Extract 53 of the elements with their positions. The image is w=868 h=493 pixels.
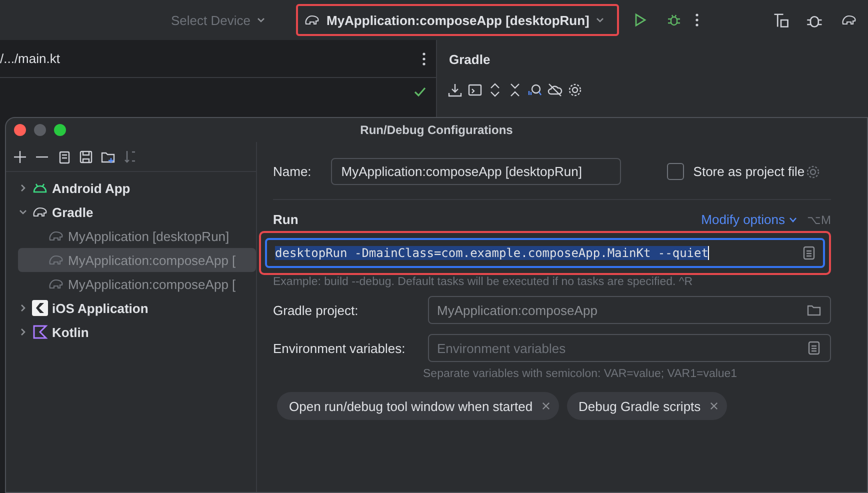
checkbox-label: Store as project file: [693, 164, 805, 179]
modify-options-link[interactable]: Modify options: [701, 212, 785, 227]
field-label: Gradle project:: [273, 302, 360, 318]
hint-text: Separate variables with semicolon: VAR=value; VAR1=value1: [423, 368, 738, 380]
tree-item[interactable]: iOS Application: [18, 296, 256, 320]
kotlin-icon: [32, 324, 48, 340]
download-icon[interactable]: [447, 82, 463, 98]
name-field[interactable]: MyApplication:composeApp [desktopRun]: [331, 158, 622, 185]
bug-icon: [666, 12, 682, 28]
terminal-icon[interactable]: [467, 82, 483, 98]
save-icon[interactable]: [78, 148, 94, 164]
chevron-down-icon[interactable]: [256, 15, 266, 25]
hint-text: Example: build --debug. Default tasks will be executed if no tasks are specified. ^R: [273, 276, 694, 288]
expand-field-icon[interactable]: [801, 245, 817, 261]
chevron-right-icon[interactable]: [18, 303, 28, 313]
option-chip[interactable]: Open run/debug tool window when started: [277, 392, 559, 420]
checkbox[interactable]: [667, 163, 684, 180]
gradle-project-field[interactable]: MyApplication:composeApp: [428, 296, 831, 324]
tree-item[interactable]: Gradle: [18, 200, 256, 224]
close-icon[interactable]: [708, 401, 719, 411]
chevron-right-icon[interactable]: [18, 327, 28, 337]
dialog-title: Run/Debug Configurations: [360, 123, 513, 137]
android-icon: [32, 182, 48, 194]
panel-title: Gradle: [448, 50, 492, 68]
add-icon[interactable]: [12, 148, 28, 164]
chevron-right-icon[interactable]: [18, 183, 28, 193]
tree-item[interactable]: MyApplication [desktopRun]: [18, 224, 256, 248]
analyze-icon[interactable]: [527, 82, 543, 98]
sort-icon[interactable]: [122, 148, 138, 164]
close-icon[interactable]: [540, 401, 551, 411]
tree-item[interactable]: Android App: [18, 176, 256, 200]
close-button[interactable]: [14, 124, 26, 136]
file-path: /.../main.kt: [0, 51, 60, 66]
chevron-down-icon[interactable]: [595, 15, 606, 25]
gear-icon: [804, 164, 821, 180]
expand-field-icon: [806, 340, 822, 356]
settings-icon[interactable]: [567, 82, 583, 98]
run-configuration-selector[interactable]: MyApplication:composeApp [desktopRun]: [296, 4, 620, 36]
tree-item[interactable]: Kotlin: [18, 320, 256, 344]
run-field[interactable]: desktopRun -DmainClass=com.example.composeApp.MainKt --quiet: [265, 238, 825, 268]
tree-item[interactable]: MyApplication:composeApp [: [18, 272, 256, 296]
option-chip[interactable]: Debug Gradle scripts: [566, 392, 727, 420]
field-label: Name:: [273, 164, 312, 179]
more-icon[interactable]: [422, 52, 426, 66]
offline-cloud-icon[interactable]: [547, 82, 563, 98]
chevron-down-icon[interactable]: [789, 216, 797, 222]
zoom-button[interactable]: [54, 124, 66, 136]
more-icon[interactable]: [695, 13, 700, 27]
chevron-down-icon[interactable]: [18, 207, 28, 217]
field-label: Environment variables:: [273, 340, 406, 356]
shortcut-hint: ⌥M: [807, 212, 831, 226]
section-title: Run: [273, 212, 298, 227]
ios-app-icon: [32, 300, 48, 316]
